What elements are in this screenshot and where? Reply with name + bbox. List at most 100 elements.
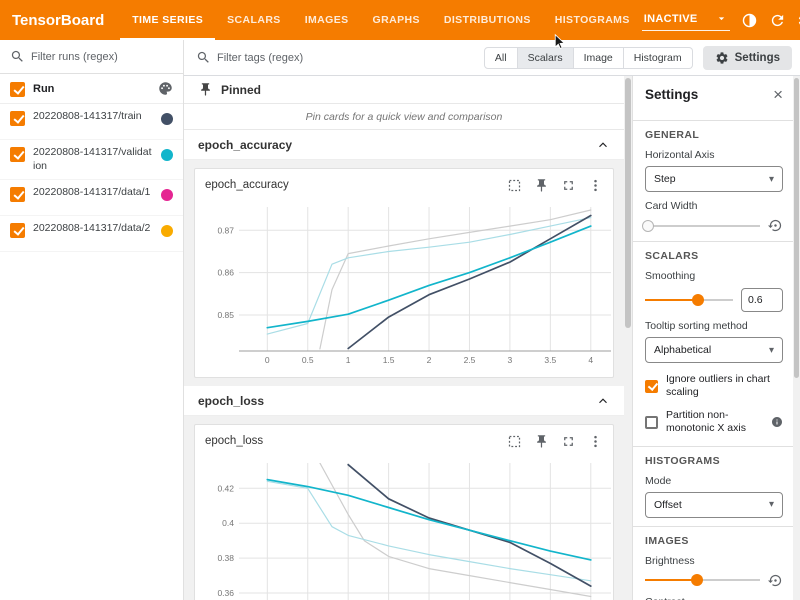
- info-icon[interactable]: [771, 416, 783, 428]
- run-row-data-2[interactable]: 20220808-141317/data/2: [0, 216, 183, 252]
- tab-distributions[interactable]: DISTRIBUTIONS: [432, 0, 543, 40]
- theme-toggle-icon[interactable]: [741, 12, 758, 29]
- palette-icon[interactable]: [158, 81, 173, 96]
- smoothing-value-input[interactable]: [741, 288, 783, 312]
- chevron-up-icon[interactable]: [596, 394, 610, 408]
- fullscreen-icon[interactable]: [561, 434, 576, 449]
- run-label: 20220808-141317/train: [33, 110, 153, 124]
- pinned-label: Pinned: [221, 83, 261, 97]
- run-color-dot: [161, 149, 173, 161]
- scrollbar-thumb[interactable]: [625, 78, 631, 328]
- run-label: 20220808-141317/validation: [33, 146, 153, 173]
- run-row-validation[interactable]: 20220808-141317/validation: [0, 140, 183, 180]
- fit-domain-icon[interactable]: [507, 178, 522, 193]
- chart-card-epoch-accuracy: epoch_accuracy 00.511.522.533.540.850.86…: [194, 168, 614, 378]
- card-width-slider[interactable]: [645, 219, 760, 233]
- checkbox-partition-x-axis[interactable]: Partition non-monotonic X axis: [645, 409, 783, 435]
- tab-scalars[interactable]: SCALARS: [215, 0, 293, 40]
- close-icon[interactable]: ×: [773, 86, 783, 103]
- svg-text:0.4: 0.4: [222, 518, 234, 528]
- chip-image[interactable]: Image: [574, 47, 624, 69]
- svg-text:2.5: 2.5: [464, 355, 476, 365]
- tensorboard-app: TensorBoard TIME SERIES SCALARS IMAGES G…: [0, 0, 800, 600]
- run-checkbox[interactable]: [10, 111, 25, 126]
- run-row-data-1[interactable]: 20220808-141317/data/1: [0, 180, 183, 216]
- svg-text:3.5: 3.5: [544, 355, 556, 365]
- smoothing-label: Smoothing: [645, 270, 783, 282]
- runs-header-label: Run: [33, 83, 150, 95]
- tab-histograms[interactable]: HISTOGRAMS: [543, 0, 642, 40]
- brightness-slider[interactable]: [645, 573, 760, 587]
- run-label: 20220808-141317/data/2: [33, 222, 153, 236]
- reset-icon[interactable]: [768, 218, 783, 233]
- settings-panel: Settings × GENERAL Horizontal Axis Step …: [632, 76, 800, 600]
- epoch-accuracy-chart[interactable]: 00.511.522.533.540.850.860.87: [203, 201, 621, 369]
- section-header-epoch-loss[interactable]: epoch_loss: [184, 386, 624, 416]
- horizontal-axis-select[interactable]: Step: [645, 166, 783, 192]
- filter-tags-input[interactable]: [217, 52, 474, 64]
- main-scrollbar[interactable]: [624, 76, 632, 600]
- section-header-epoch-accuracy[interactable]: epoch_accuracy: [184, 130, 624, 160]
- cards-main-area: Pinned Pin cards for a quick view and co…: [184, 76, 632, 600]
- gear-icon: [715, 51, 729, 65]
- checkbox[interactable]: [645, 380, 658, 393]
- run-checkbox[interactable]: [10, 147, 25, 162]
- tab-images[interactable]: IMAGES: [293, 0, 361, 40]
- svg-text:4: 4: [588, 355, 593, 365]
- fit-domain-icon[interactable]: [507, 434, 522, 449]
- smoothing-slider[interactable]: [645, 293, 733, 307]
- more-options-icon[interactable]: [588, 178, 603, 193]
- pin-icon[interactable]: [534, 178, 549, 193]
- reset-icon[interactable]: [768, 573, 783, 588]
- card-area: epoch_loss 00.511.522.533.540.360.380.40…: [184, 416, 624, 600]
- runs-sidebar: Run 20220808-141317/train 20220808-14131…: [0, 40, 184, 600]
- tooltip-sorting-select[interactable]: Alphabetical: [645, 337, 783, 363]
- runs-header-row[interactable]: Run: [0, 74, 183, 104]
- histograms-heading: HISTOGRAMS: [645, 455, 783, 467]
- run-row-train[interactable]: 20220808-141317/train: [0, 104, 183, 140]
- checkbox-ignore-outliers[interactable]: Ignore outliers in chart scaling: [645, 373, 783, 399]
- card-title: epoch_loss: [205, 435, 507, 447]
- topbar-controls: INACTIVE: [642, 9, 800, 31]
- more-options-icon[interactable]: [588, 434, 603, 449]
- svg-text:0.87: 0.87: [217, 225, 234, 235]
- filter-tags-box[interactable]: [196, 50, 474, 65]
- section-title: epoch_accuracy: [198, 138, 596, 152]
- svg-text:0.85: 0.85: [217, 310, 234, 320]
- pin-icon[interactable]: [534, 434, 549, 449]
- filter-runs-input[interactable]: [31, 51, 173, 63]
- slider-thumb[interactable]: [691, 574, 703, 586]
- scrollbar-thumb[interactable]: [794, 78, 799, 378]
- select-all-runs-checkbox[interactable]: [10, 82, 25, 97]
- svg-text:2: 2: [427, 355, 432, 365]
- run-checkbox[interactable]: [10, 223, 25, 238]
- slider-thumb[interactable]: [642, 220, 654, 232]
- fullscreen-icon[interactable]: [561, 178, 576, 193]
- tab-time-series[interactable]: TIME SERIES: [120, 0, 215, 40]
- refresh-icon[interactable]: [769, 12, 786, 29]
- status-value: INACTIVE: [644, 13, 698, 25]
- tab-graphs[interactable]: GRAPHS: [361, 0, 432, 40]
- histogram-mode-select[interactable]: Offset: [645, 492, 783, 518]
- chip-scalars[interactable]: Scalars: [518, 47, 574, 69]
- chevron-up-icon[interactable]: [596, 138, 610, 152]
- svg-text:0.42: 0.42: [217, 483, 234, 493]
- horizontal-axis-label: Horizontal Axis: [645, 149, 783, 161]
- svg-text:0.36: 0.36: [217, 588, 234, 598]
- card-area: epoch_accuracy 00.511.522.533.540.850.86…: [184, 160, 624, 386]
- chip-histogram[interactable]: Histogram: [624, 47, 693, 69]
- chip-all[interactable]: All: [484, 47, 518, 69]
- filter-runs-box[interactable]: [0, 40, 183, 74]
- main-nav-tabs: TIME SERIES SCALARS IMAGES GRAPHS DISTRI…: [120, 0, 642, 40]
- settings-button[interactable]: Settings: [703, 46, 792, 70]
- settings-scrollbar[interactable]: [793, 76, 800, 600]
- reload-status-select[interactable]: INACTIVE: [642, 9, 730, 31]
- card-width-label: Card Width: [645, 200, 783, 212]
- pinned-hint: Pin cards for a quick view and compariso…: [184, 104, 624, 130]
- pinned-section-header: Pinned: [184, 76, 624, 104]
- run-checkbox[interactable]: [10, 187, 25, 202]
- tag-type-filter-group: All Scalars Image Histogram: [484, 47, 693, 69]
- epoch-loss-chart[interactable]: 00.511.522.533.540.360.380.40.42: [203, 457, 621, 600]
- slider-thumb[interactable]: [692, 294, 704, 306]
- checkbox[interactable]: [645, 416, 658, 429]
